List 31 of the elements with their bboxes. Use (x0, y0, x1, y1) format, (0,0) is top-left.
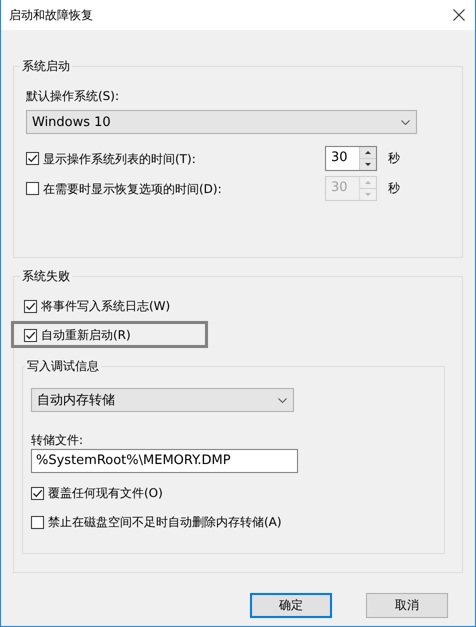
dropdown-value: 自动内存转储 (37, 392, 115, 409)
checkbox-label[interactable]: 自动重新启动(R) (41, 327, 131, 343)
spin-value: 30 (330, 149, 349, 167)
dropdown[interactable]: 自动内存转储 (31, 388, 294, 412)
dialog-button[interactable]: 取消 (366, 593, 448, 618)
group-title: 系统失败 (21, 268, 71, 284)
unit-label: 秒 (388, 150, 401, 167)
chevron-icon[interactable] (401, 120, 410, 124)
checkbox-label[interactable]: 覆盖任何现有文件(O) (48, 485, 163, 501)
input-field[interactable]: %SystemRoot%\MEMORY.DMP (31, 449, 298, 473)
field-label: 默认操作系统(S): (26, 88, 120, 104)
checkbox[interactable] (31, 486, 44, 500)
close-icon[interactable] (453, 9, 465, 21)
group-title: 写入调试信息 (26, 358, 100, 374)
window-title: 启动和故障恢复 (9, 6, 93, 24)
chevron-icon[interactable] (278, 398, 287, 402)
checkbox[interactable] (24, 328, 37, 342)
checkbox-label[interactable]: 禁止在磁盘空间不足时自动删除内存转储(A) (48, 514, 282, 530)
checkbox[interactable] (24, 300, 37, 312)
spin-box[interactable]: 30 (325, 146, 377, 171)
checkbox[interactable] (26, 152, 39, 165)
unit-label: 秒 (388, 180, 401, 197)
dropdown[interactable]: Windows 10 (26, 110, 417, 134)
dialog-button[interactable]: 确定 (250, 593, 332, 618)
field-label: 转储文件: (31, 432, 84, 448)
checkbox-label[interactable]: 将事件写入系统日志(W) (41, 298, 170, 314)
spin-value: 30 (330, 179, 349, 197)
dropdown-value: Windows 10 (32, 114, 111, 130)
checkbox-label[interactable]: 显示操作系统列表的时间(T): (43, 150, 196, 166)
checkbox[interactable] (31, 516, 44, 528)
group-title: 系统启动 (21, 58, 71, 74)
